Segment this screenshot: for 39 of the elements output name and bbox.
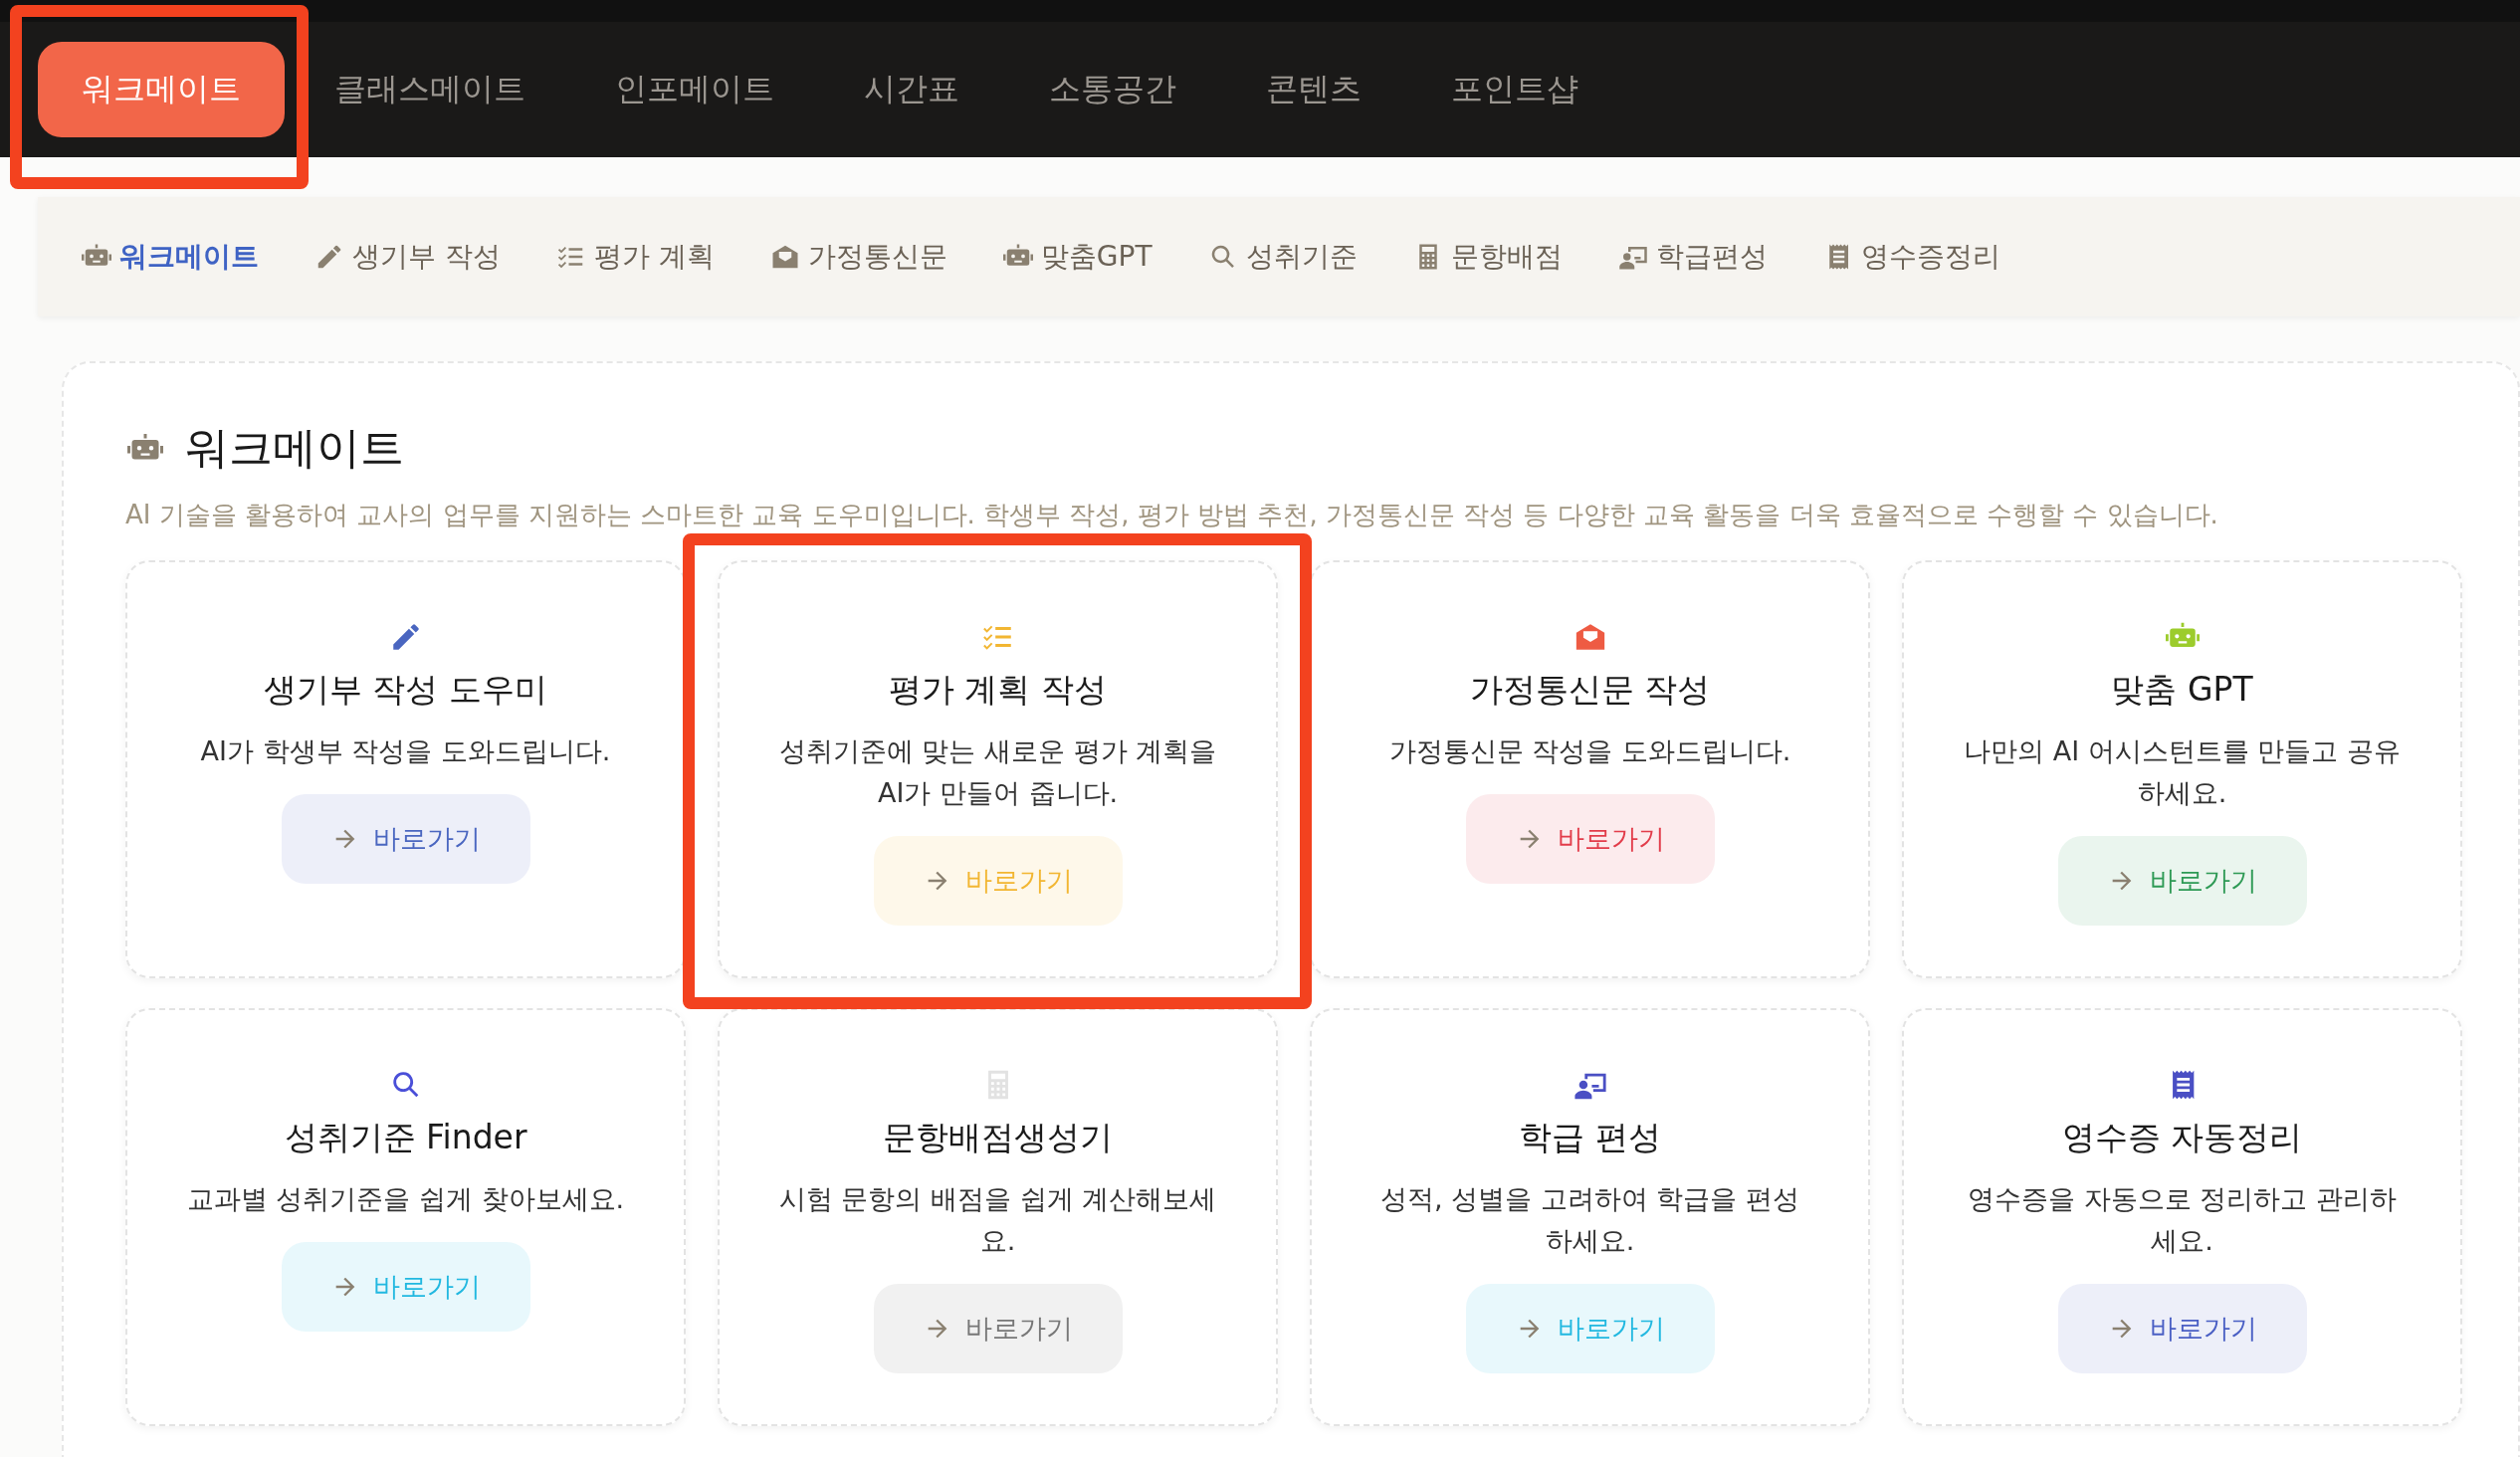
go-button[interactable]: 바로가기	[281, 794, 530, 884]
card-description: 나만의 AI 어시스턴트를 만들고 공유하세요.	[1963, 734, 2402, 810]
card-title: 평가 계획 작성	[889, 669, 1107, 711]
sub-nav-tab[interactable]: 학급편성	[1593, 230, 1791, 284]
sub-nav-tab[interactable]: 워크메이트	[58, 230, 283, 284]
nav-tab[interactable]: 워크메이트	[38, 42, 285, 137]
go-button[interactable]: 바로가기	[873, 1284, 1123, 1373]
card-title: 맞춤 GPT	[2111, 669, 2253, 711]
sub-nav-tab[interactable]: 생기부 작성	[291, 230, 525, 284]
sub-nav-tab[interactable]: 맞춤GPT	[978, 230, 1176, 284]
section-title: 워크메이트	[185, 421, 404, 475]
card-description: 영수증을 자동으로 정리하고 관리하세요.	[1967, 1182, 2398, 1258]
go-button[interactable]: 바로가기	[1465, 794, 1715, 884]
go-button[interactable]: 바로가기	[2057, 1284, 2307, 1373]
nav-tab[interactable]: 인포메이트	[575, 42, 814, 137]
nav-tab[interactable]: 콘텐츠	[1226, 42, 1401, 137]
card-title: 가정통신문 작성	[1469, 669, 1711, 711]
card-title: 성취기준 Finder	[284, 1117, 527, 1158]
nav-tab[interactable]: 소통공간	[1009, 42, 1216, 137]
card-title: 영수증 자동정리	[2061, 1117, 2303, 1158]
nav-tab[interactable]: 클래스메이트	[295, 42, 565, 137]
sub-nav-tab[interactable]: 가정통신문	[745, 230, 971, 284]
sub-nav-tab[interactable]: 문항배점	[1388, 230, 1586, 284]
go-button[interactable]: 바로가기	[2057, 836, 2307, 926]
section-description: AI 기술을 활용하여 교사의 업무를 지원하는 스마트한 교육 도우미입니다. 학생부 작성, 평가 방법 추천, 가정통신문 작성 등 다양한 교육 활동을 더욱 효율적으로 수행할 수 있습니다.	[125, 499, 2219, 531]
nav-tab[interactable]: 포인트샵	[1411, 42, 1618, 137]
nav-tab[interactable]: 시간표	[824, 42, 999, 137]
card-description: 성취기준에 맞는 새로운 평가 계획을 AI가 만들어 줍니다.	[778, 734, 1217, 810]
sub-nav-tab[interactable]: 성취기준	[1183, 230, 1381, 284]
card-description: 가정통신문 작성을 도와드립니다.	[1387, 734, 1792, 768]
card-title: 생기부 작성 도우미	[264, 669, 547, 711]
card-title: 학급 편성	[1519, 1117, 1661, 1158]
sub-nav-tab[interactable]: 영수증정리	[1798, 230, 2024, 284]
card-description: 교과별 성취기준을 쉽게 찾아보세요.	[186, 1182, 625, 1216]
card-description: AI가 학생부 작성을 도와드립니다.	[199, 734, 612, 768]
card-description: 시험 문항의 배점을 쉽게 계산해보세요.	[778, 1182, 1217, 1258]
card-description: 성적, 성별을 고려하여 학급을 편성하세요.	[1379, 1182, 1800, 1258]
sub-nav-tab[interactable]: 평가 계획	[531, 230, 738, 284]
card-title: 문항배점생성기	[883, 1117, 1113, 1158]
